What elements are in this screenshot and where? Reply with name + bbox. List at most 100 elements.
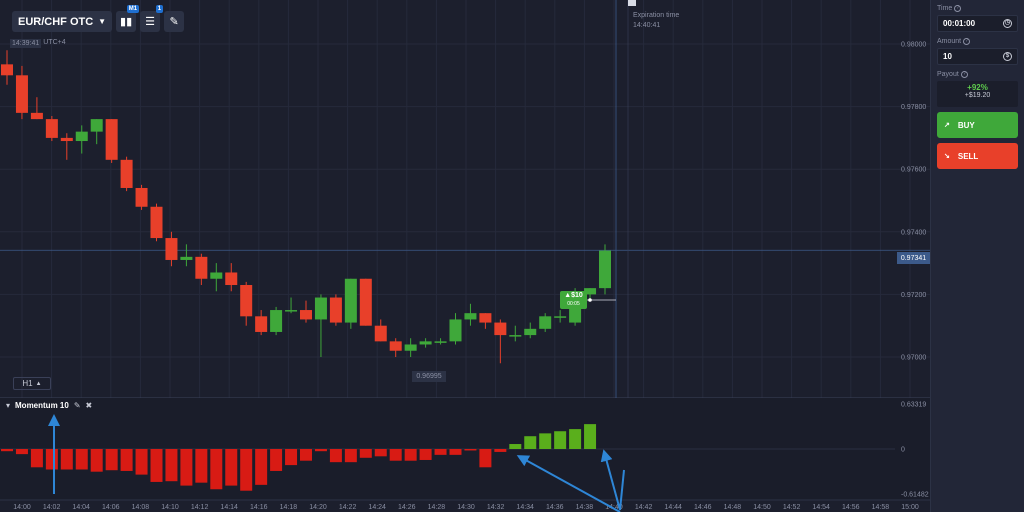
time-tick-label: 14:48 bbox=[724, 504, 742, 511]
candle-body bbox=[599, 250, 611, 289]
momentum-bar bbox=[240, 449, 253, 491]
amount-value: 10 bbox=[943, 52, 952, 61]
brush-icon: ✎ bbox=[169, 16, 179, 28]
candle-body bbox=[554, 316, 567, 318]
trade-timer: 00:05 bbox=[567, 301, 580, 307]
help-icon[interactable]: ? bbox=[960, 71, 968, 78]
momentum-bar bbox=[404, 449, 417, 461]
time-tick-label: 14:52 bbox=[783, 504, 801, 511]
momentum-bar bbox=[449, 449, 462, 455]
momentum-bar bbox=[1, 449, 13, 452]
candle-body bbox=[30, 112, 43, 120]
dollar-icon[interactable]: $ bbox=[1003, 52, 1012, 61]
trading-app: 14:00 14:02 14:04 14:06 14:08 14:10 14:12 14:14… bbox=[0, 0, 1024, 512]
candle-body bbox=[344, 278, 357, 323]
momentum-bar bbox=[389, 449, 402, 461]
edit-icon[interactable]: ✎ bbox=[74, 401, 81, 410]
candle-body bbox=[195, 256, 208, 279]
trade-entry-dot bbox=[588, 298, 592, 302]
candle-body bbox=[539, 316, 552, 329]
time-tick-label: 14:08 bbox=[132, 504, 150, 511]
momentum-bar bbox=[344, 449, 357, 463]
candle-body bbox=[329, 297, 342, 323]
candle-body bbox=[75, 131, 88, 142]
arrow-down-right-icon: ↘ bbox=[944, 153, 950, 160]
collapse-caret-icon[interactable]: ▾ bbox=[6, 401, 10, 410]
asset-pair-label: EUR/CHF OTC bbox=[18, 15, 94, 28]
momentum-bar bbox=[524, 436, 537, 449]
candle-body bbox=[255, 316, 268, 332]
momentum-bar bbox=[374, 449, 387, 457]
time-tick-label: 14:20 bbox=[309, 504, 327, 511]
candle-body bbox=[389, 341, 402, 351]
momentum-bar bbox=[554, 431, 567, 449]
help-icon[interactable]: ? bbox=[954, 5, 962, 12]
time-tick-label: 14:50 bbox=[753, 504, 771, 511]
momentum-bar bbox=[150, 449, 163, 482]
candle-body bbox=[105, 119, 118, 160]
chart-area[interactable]: 14:00 14:02 14:04 14:06 14:08 14:10 14:12 14:14… bbox=[0, 0, 930, 512]
buy-button[interactable]: ↗ BUY bbox=[937, 112, 1018, 138]
momentum-bar bbox=[45, 449, 58, 470]
momentum-bar bbox=[300, 449, 312, 461]
candle-body bbox=[15, 75, 28, 113]
flag-icon bbox=[628, 0, 636, 6]
timeframe-button[interactable]: H1 ▲ bbox=[13, 377, 51, 390]
expiration-label: Expiration time bbox=[633, 12, 680, 19]
sell-button[interactable]: ↘ SELL bbox=[937, 143, 1018, 169]
trade-amount: ▲$10 bbox=[564, 292, 583, 299]
indicator-name: Momentum 10 bbox=[15, 400, 69, 410]
time-tick-label: 14:46 bbox=[694, 504, 712, 511]
candle-body bbox=[210, 272, 223, 279]
momentum-bar bbox=[464, 449, 477, 451]
price-tick-label: 0.97600 bbox=[901, 167, 926, 174]
current-price-tag: 0.97341 bbox=[897, 252, 930, 264]
momentum-bar bbox=[195, 449, 208, 483]
bar-chart-icon: ▮▮ bbox=[120, 16, 133, 28]
momentum-bar bbox=[419, 449, 432, 460]
time-tick-label: 14:04 bbox=[72, 504, 90, 511]
payout-profit: +$19.20 bbox=[964, 92, 991, 99]
momentum-bar bbox=[225, 449, 238, 486]
asset-selector-button[interactable]: EUR/CHF OTC ▼ bbox=[12, 11, 113, 32]
momentum-bar bbox=[329, 449, 342, 463]
amount-input[interactable]: 10 $ bbox=[937, 48, 1018, 65]
momentum-bar bbox=[30, 449, 43, 468]
momentum-bar bbox=[165, 449, 178, 482]
clock-icon[interactable]: ◷ bbox=[1003, 19, 1012, 28]
expiration-time: 14:40:41 bbox=[633, 22, 661, 29]
chart-type-button[interactable]: ▮▮ M1 bbox=[116, 5, 140, 32]
candle-body bbox=[120, 159, 133, 188]
momentum-bar bbox=[285, 449, 298, 466]
candle-body bbox=[45, 119, 58, 138]
close-icon[interactable]: ✖ bbox=[86, 401, 93, 410]
help-icon[interactable]: ? bbox=[963, 38, 971, 45]
time-tick-label: 14:54 bbox=[812, 504, 830, 511]
server-time: 14:39:41 bbox=[10, 39, 42, 48]
drawing-tools-button[interactable]: ✎ bbox=[164, 11, 185, 32]
time-tick-label: 14:18 bbox=[280, 504, 298, 511]
time-input[interactable]: 00:01:00 ◷ bbox=[937, 15, 1018, 32]
momentum-bar bbox=[255, 449, 268, 485]
open-trade-marker[interactable]: ▲$10 00:05 bbox=[560, 291, 587, 309]
time-tick-label: 14:58 bbox=[872, 504, 890, 511]
momentum-bar bbox=[314, 449, 327, 452]
indicators-button[interactable]: ☰ 1 bbox=[140, 5, 164, 32]
momentum-bar bbox=[60, 449, 73, 470]
momentum-tick-label: -0.61482 bbox=[901, 492, 929, 499]
momentum-tick-label: 0.63319 bbox=[901, 402, 926, 409]
candle-body bbox=[359, 278, 372, 326]
candle-body bbox=[180, 256, 193, 260]
time-tick-label: 14:24 bbox=[368, 504, 386, 511]
candle-body bbox=[270, 310, 283, 332]
time-tick-label: 14:44 bbox=[664, 504, 682, 511]
time-tick-label: 14:00 bbox=[13, 504, 31, 511]
momentum-bar bbox=[90, 449, 103, 472]
time-tick-label: 14:34 bbox=[516, 504, 534, 511]
momentum-bar bbox=[509, 444, 522, 449]
indicator-header: ▾ Momentum 10 ✎ ✖ bbox=[0, 398, 92, 412]
time-tick-label: 14:42 bbox=[635, 504, 653, 511]
candle-body bbox=[419, 341, 432, 345]
price-chart[interactable]: 14:00 14:02 14:04 14:06 14:08 14:10 14:12 14:14… bbox=[0, 0, 930, 512]
sell-label: SELL bbox=[957, 151, 979, 161]
